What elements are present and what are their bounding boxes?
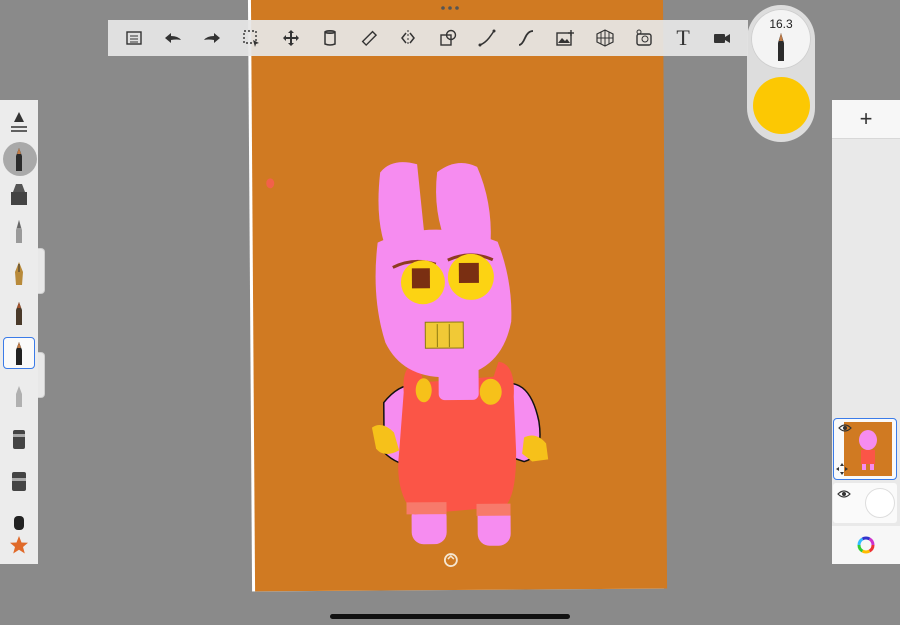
eye-icon[interactable]: [838, 423, 852, 433]
layer-2[interactable]: [833, 483, 897, 523]
perspective-icon[interactable]: [590, 23, 620, 53]
layer-1[interactable]: [833, 418, 897, 480]
video-icon[interactable]: [707, 23, 737, 53]
artwork-pupil-right: [458, 262, 479, 284]
calligraphy-pen-icon[interactable]: [4, 258, 34, 288]
brush-size-control[interactable]: 16.3: [751, 9, 811, 69]
stroke-icon[interactable]: [472, 23, 502, 53]
brush-library-icon[interactable]: [4, 106, 34, 136]
selection-icon[interactable]: [236, 23, 266, 53]
menu-icon[interactable]: [119, 23, 149, 53]
home-indicator: [330, 614, 570, 619]
transform-icon[interactable]: [276, 23, 306, 53]
canvas-rotate-icon[interactable]: [443, 553, 458, 567]
brush-toolbar-tab-top[interactable]: [38, 248, 45, 294]
pencil-brush-icon[interactable]: [4, 144, 34, 174]
paintbrush-icon[interactable]: [4, 298, 34, 328]
artwork-stray-mark: [266, 178, 275, 189]
undo-icon[interactable]: [158, 23, 188, 53]
artwork-teeth: [424, 321, 464, 349]
image-icon[interactable]: [550, 23, 580, 53]
redo-icon[interactable]: [197, 23, 227, 53]
eye-icon[interactable]: [837, 489, 851, 499]
curve-icon[interactable]: [511, 23, 541, 53]
add-layer-button[interactable]: +: [832, 100, 900, 139]
symmetry-icon[interactable]: [393, 23, 423, 53]
brush-toolbar: [0, 100, 38, 564]
favorite-star-icon[interactable]: [4, 530, 34, 560]
flat-marker-icon[interactable]: [4, 422, 34, 452]
artwork-pupil-left: [411, 268, 430, 289]
artwork-leg-stripe-left: [406, 502, 447, 515]
brush-size-value: 16.3: [769, 17, 793, 31]
soft-eraser-icon[interactable]: [4, 380, 34, 410]
top-toolbar: T: [108, 20, 748, 56]
text-icon[interactable]: T: [668, 23, 698, 53]
timelapse-icon[interactable]: [629, 23, 659, 53]
layers-panel: +: [832, 100, 900, 564]
color-wheel-icon: [857, 536, 875, 554]
wide-marker-icon[interactable]: [4, 464, 34, 494]
current-brush-icon: [778, 33, 784, 61]
artwork-button-right: [479, 378, 502, 405]
ink-pen-icon[interactable]: [4, 338, 34, 368]
fill-icon[interactable]: [315, 23, 345, 53]
airbrush-icon[interactable]: [4, 178, 34, 208]
artwork-head: [375, 229, 512, 378]
drawing-canvas[interactable]: [250, 0, 668, 592]
layer-move-icon[interactable]: [836, 463, 848, 475]
shapes-icon[interactable]: [433, 23, 463, 53]
brush-puck[interactable]: 16.3: [747, 5, 815, 142]
marker-icon[interactable]: [4, 216, 34, 246]
artwork-leg-stripe-right: [476, 503, 511, 516]
color-wheel-button[interactable]: [832, 526, 900, 564]
color-swatch[interactable]: [753, 77, 810, 134]
artwork: [266, 162, 549, 567]
brush-toolbar-tab-bottom[interactable]: [38, 352, 45, 398]
layer-thumbnail: [865, 488, 895, 518]
ruler-icon[interactable]: [354, 23, 384, 53]
toolbar-grip-icon[interactable]: [440, 5, 460, 11]
